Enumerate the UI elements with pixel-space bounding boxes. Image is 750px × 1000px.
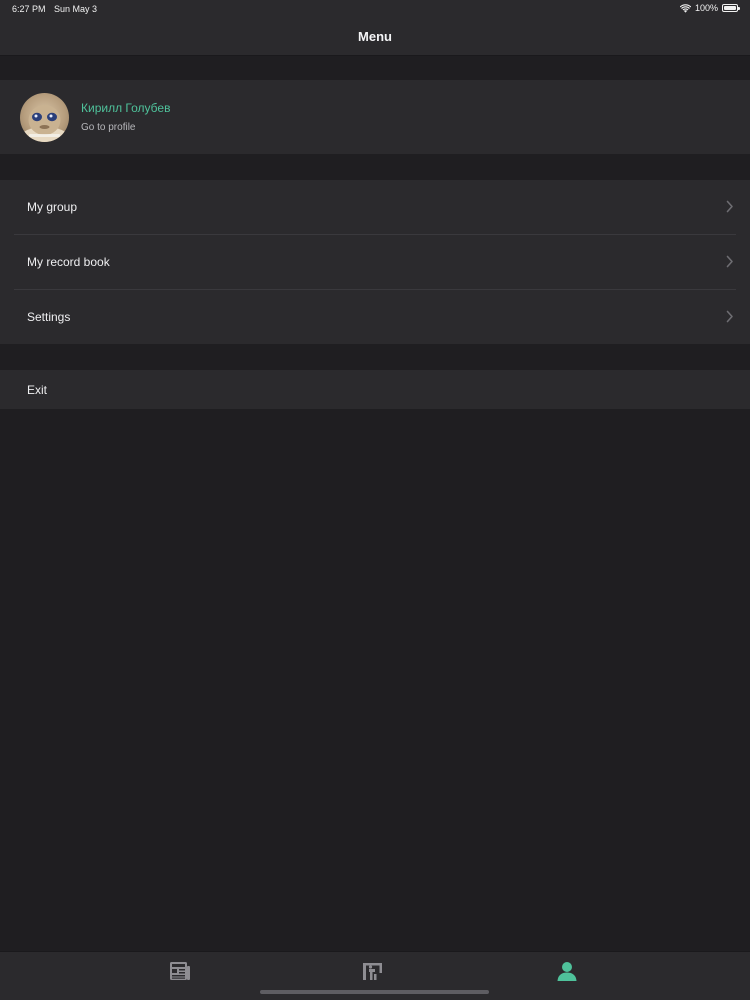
schedule-icon[interactable] — [361, 960, 385, 982]
status-indicators: 100% — [679, 3, 740, 13]
status-bar: 6:27 PM Sun May 3 100% — [0, 0, 750, 18]
wifi-icon — [679, 3, 691, 13]
profile-icon[interactable] — [555, 960, 579, 982]
menu-item-label: Settings — [27, 310, 71, 324]
go-to-profile-link[interactable]: Go to profile — [81, 122, 135, 133]
status-date: Sun May 3 — [54, 4, 98, 14]
menu-screen: 6:27 PM Sun May 3 100% Menu Кирилл Голуб… — [0, 0, 750, 1000]
battery-level — [724, 6, 736, 10]
profile-name[interactable]: Кирилл Голубев — [81, 101, 170, 115]
exit-label: Exit — [27, 383, 48, 397]
menu-item-label: My record book — [27, 255, 110, 269]
profile-row[interactable] — [0, 80, 750, 154]
battery-percent: 100% — [694, 3, 718, 13]
news-icon[interactable] — [168, 960, 192, 982]
menu-item-my-group[interactable]: My group — [0, 180, 750, 234]
chevron-right-icon — [726, 200, 733, 213]
home-indicator — [260, 990, 489, 994]
nav-bar: Menu — [0, 18, 750, 56]
avatar[interactable] — [20, 93, 69, 142]
status-time: 6:27 PM — [12, 4, 46, 14]
menu-list: My group My record book Settings — [0, 180, 750, 344]
exit-button[interactable]: Exit — [0, 370, 750, 409]
chevron-right-icon — [726, 255, 733, 268]
menu-item-my-record-book[interactable]: My record book — [0, 235, 750, 289]
chevron-right-icon — [726, 310, 733, 323]
menu-item-settings[interactable]: Settings — [0, 290, 750, 344]
battery-icon — [722, 4, 740, 12]
menu-item-label: My group — [27, 200, 78, 214]
page-title: Menu — [358, 29, 392, 44]
